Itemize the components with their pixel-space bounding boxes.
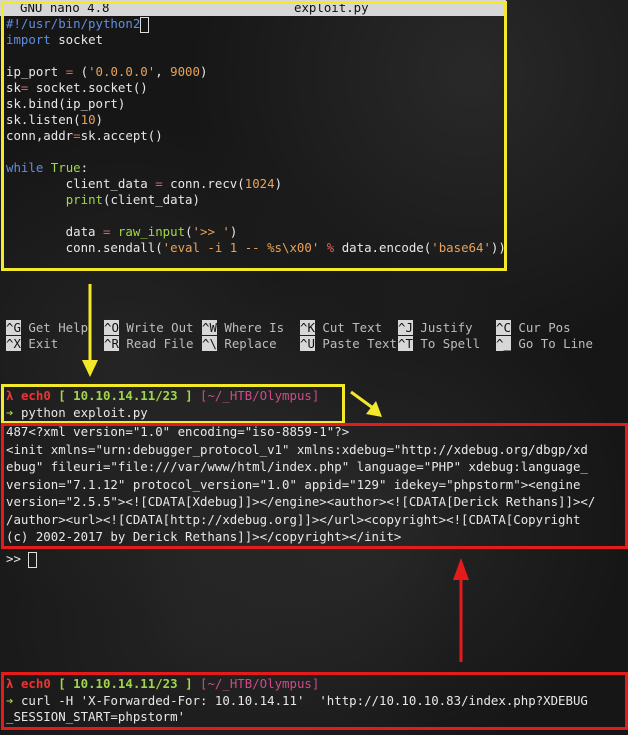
highlight-box-exploit-code [1, 1, 507, 271]
shortcut-label: Read File [118, 336, 194, 351]
text-cursor [28, 551, 38, 568]
shortcut-label: Justify [412, 320, 473, 335]
shortcut-item[interactable]: ^\ Replace [202, 336, 277, 352]
shortcut-item[interactable]: ^J Justify [398, 320, 473, 336]
shortcut-item[interactable]: ^W Where Is [202, 320, 284, 336]
shortcut-item[interactable]: ^K Cut Text [300, 320, 382, 336]
shortcut-label: Cut Text [314, 320, 383, 335]
shortcut-item[interactable]: ^X Exit [6, 336, 58, 352]
nano-shortcut-bar: ^G Get Help ^O Write Out ^W Where Is ^K Cut… [0, 320, 628, 354]
shortcut-item[interactable]: ^R Read File [104, 336, 194, 352]
shortcut-key: ^\ [202, 336, 217, 351]
shortcut-item[interactable]: ^_ Go To Line [496, 336, 593, 352]
shortcut-label: Exit [20, 336, 59, 351]
shortcut-key: ^W [202, 320, 217, 335]
shortcut-key: ^J [398, 320, 413, 335]
shortcut-key: ^K [300, 320, 315, 335]
shortcut-key: ^X [6, 336, 21, 351]
shortcut-key: ^C [496, 320, 511, 335]
shortcut-item[interactable]: ^O Write Out [104, 320, 194, 336]
shortcut-label: Cur Pos [510, 320, 571, 335]
shortcut-key: ^R [104, 336, 119, 351]
shortcut-key: ^_ [496, 336, 511, 351]
shortcut-label: Write Out [118, 320, 194, 335]
shortcut-key: ^U [300, 336, 315, 351]
shortcut-key: ^O [104, 320, 119, 335]
highlight-box-xdebug-response [1, 423, 628, 549]
highlight-box-curl-command [1, 672, 628, 730]
shortcut-label: Get Help [20, 320, 89, 335]
input-prompt-line[interactable]: >> [6, 551, 38, 568]
shortcut-item[interactable]: ^C Cur Pos [496, 320, 571, 336]
shortcut-label: To Spell [412, 336, 481, 351]
shortcut-key: ^G [6, 320, 21, 335]
highlight-box-python-command [1, 384, 345, 424]
shortcut-item[interactable]: ^G Get Help [6, 320, 88, 336]
shortcut-label: Replace [216, 336, 277, 351]
shortcut-key: ^T [398, 336, 413, 351]
shortcut-label: Where Is [216, 320, 285, 335]
input-prompt: >> [6, 551, 29, 566]
shortcut-item[interactable]: ^T To Spell [398, 336, 480, 352]
shortcut-item[interactable]: ^U Paste Text [300, 336, 397, 352]
shortcut-label: Paste Text [314, 336, 397, 351]
shortcut-label: Go To Line [510, 336, 593, 351]
